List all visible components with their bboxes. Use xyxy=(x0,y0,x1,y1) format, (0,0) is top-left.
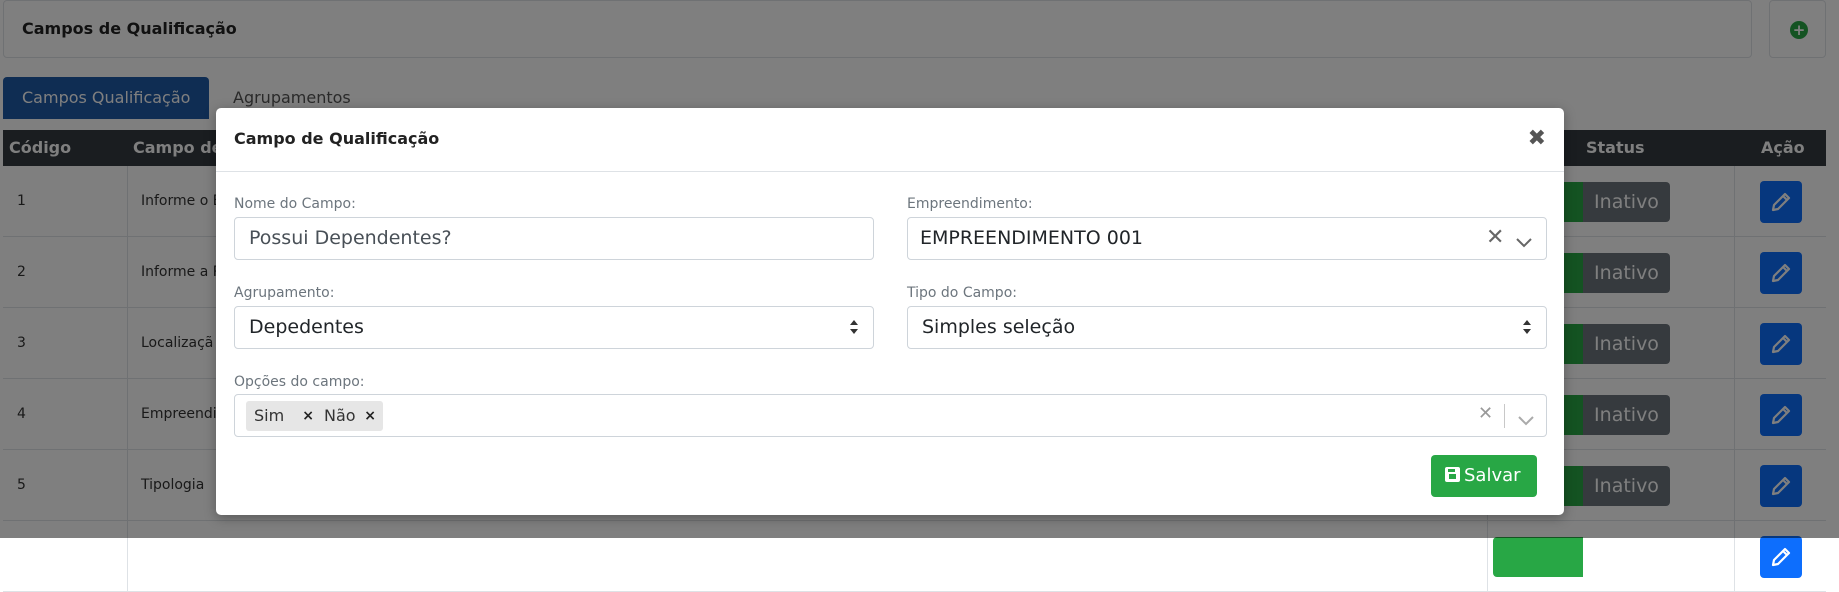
agrupamento-select[interactable]: Depedentes xyxy=(234,306,874,349)
opcoes-label: Opções do campo: xyxy=(234,374,365,390)
sort-arrows-icon xyxy=(1522,317,1532,337)
agrupamento-value: Depedentes xyxy=(249,316,364,338)
remove-tag-icon[interactable]: × xyxy=(302,401,314,431)
remove-tag-icon[interactable]: × xyxy=(364,401,376,431)
empreendimento-value: EMPREENDIMENTO 001 xyxy=(920,227,1143,249)
nome-label: Nome do Campo: xyxy=(234,196,356,212)
tag-label: Não xyxy=(324,406,356,425)
close-icon[interactable]: ✖ xyxy=(1528,126,1546,151)
opcoes-multiselect[interactable]: Sim × Não × ✕ xyxy=(234,394,1547,437)
clear-icon[interactable]: ✕ xyxy=(1486,225,1504,250)
option-tag-sim: Sim × xyxy=(246,401,321,431)
edit-button[interactable] xyxy=(1760,536,1802,578)
campo-qualificacao-modal: Campo de Qualificação ✖ Nome do Campo: P… xyxy=(216,108,1564,515)
tipo-value: Simples seleção xyxy=(922,316,1076,338)
chevron-down-icon[interactable] xyxy=(1518,411,1534,430)
chevron-down-icon[interactable] xyxy=(1516,233,1532,252)
modal-header: Campo de Qualificação ✖ xyxy=(216,108,1564,172)
status-toggle[interactable] xyxy=(1493,537,1670,577)
agrupamento-label: Agrupamento: xyxy=(234,285,335,301)
tag-label: Sim xyxy=(254,406,285,425)
tipo-label: Tipo do Campo: xyxy=(907,285,1017,301)
empreendimento-label: Empreendimento: xyxy=(907,196,1033,212)
modal-title: Campo de Qualificação xyxy=(234,129,440,148)
save-label: Salvar xyxy=(1464,465,1521,486)
pencil-icon xyxy=(1771,547,1791,567)
save-icon xyxy=(1445,467,1460,482)
option-tag-nao: Não × xyxy=(316,401,383,431)
tipo-select[interactable]: Simples seleção xyxy=(907,306,1547,349)
empreendimento-select[interactable]: EMPREENDIMENTO 001 ✕ xyxy=(907,217,1547,260)
nome-input[interactable]: Possui Dependentes? xyxy=(234,217,874,260)
clear-icon[interactable]: ✕ xyxy=(1478,403,1493,424)
sort-arrows-icon xyxy=(849,317,859,337)
separator xyxy=(1504,404,1505,428)
save-button[interactable]: Salvar xyxy=(1431,455,1537,497)
